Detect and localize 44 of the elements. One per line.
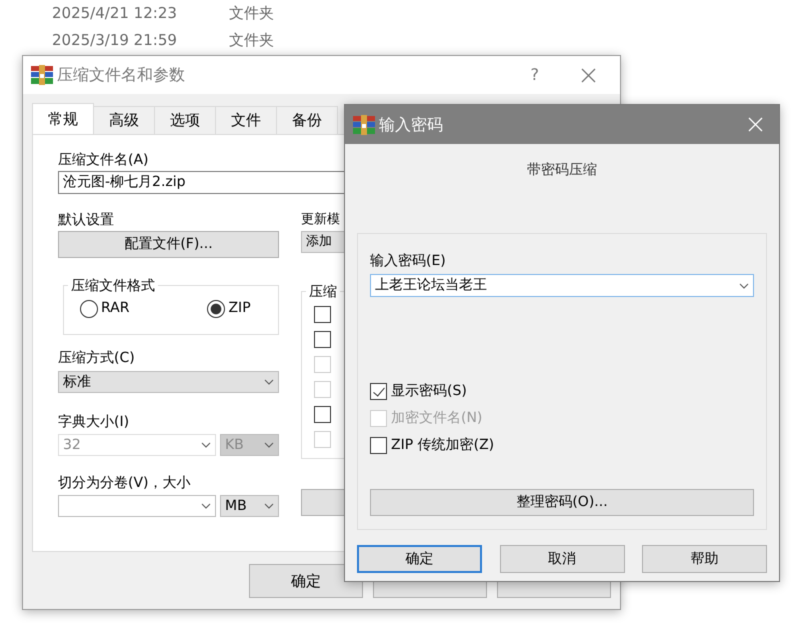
type-text: 文件夹: [229, 3, 274, 24]
app-icon: [31, 65, 53, 85]
caret-icon: [264, 379, 274, 385]
field-label: 更新模: [301, 211, 341, 229]
checkbox[interactable]: [370, 437, 387, 454]
radio-button[interactable]: [207, 300, 226, 318]
checkbox[interactable]: [314, 331, 331, 348]
checkbox-label[interactable]: 显示密码(S): [391, 381, 467, 402]
field-label: 默认设置: [58, 211, 115, 229]
radio-label[interactable]: ZIP: [228, 298, 251, 319]
profile-button[interactable]: 配置文件(F)...: [58, 231, 279, 258]
date-text: 2025/4/21 12:23: [52, 3, 178, 24]
checkbox[interactable]: [370, 383, 387, 400]
tab[interactable]: 常规: [32, 103, 94, 134]
field-label: 切分为分卷(V)，大小: [58, 474, 192, 492]
dialog-button[interactable]: 取消: [500, 545, 624, 573]
field-label: 输入密码(E): [370, 252, 447, 270]
tab[interactable]: 备份: [276, 106, 338, 134]
checkbox[interactable]: [314, 306, 331, 323]
dialog-button[interactable]: 确定: [357, 545, 482, 573]
checkbox[interactable]: [314, 406, 331, 423]
caret-icon: [201, 503, 211, 509]
field-label: 字典大小(I): [58, 413, 130, 431]
caret-icon: [201, 442, 211, 448]
window-title: 压缩文件名和参数: [57, 64, 185, 86]
date-text: 2025/3/19 21:59: [52, 30, 178, 52]
dialog-button[interactable]: 帮助: [642, 545, 767, 573]
caret-icon: [739, 282, 749, 288]
ok-button[interactable]: 确定: [249, 564, 363, 598]
manage-passwords-button[interactable]: 整理密码(O)...: [370, 489, 754, 516]
close-icon[interactable]: [581, 68, 596, 82]
caret-icon: [264, 503, 274, 509]
app-icon: [353, 114, 375, 134]
radio-button[interactable]: [80, 300, 98, 318]
radio-label[interactable]: RAR: [101, 298, 130, 319]
unit-dropdown[interactable]: MB: [220, 495, 279, 517]
password-field[interactable]: 上老王论坛当老王: [370, 274, 754, 297]
window-title: 输入密码: [379, 114, 443, 136]
method-dropdown[interactable]: 标准: [58, 371, 279, 393]
field-label: 压缩方式(C): [58, 349, 136, 367]
checkbox-label[interactable]: ZIP 传统加密(Z): [391, 435, 494, 456]
help-button[interactable]: ?: [530, 63, 539, 87]
type-text: 文件夹: [229, 30, 274, 52]
caret-icon: [264, 442, 274, 448]
